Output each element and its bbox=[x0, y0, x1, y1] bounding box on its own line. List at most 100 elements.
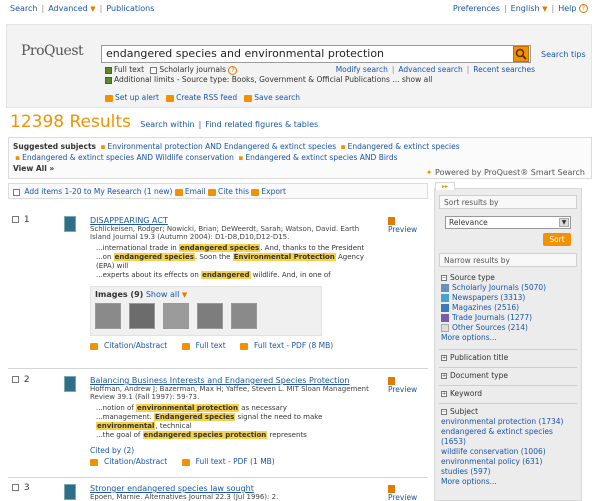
facet-title[interactable]: − Source type bbox=[441, 273, 577, 283]
result-checkbox[interactable] bbox=[12, 216, 19, 223]
result-meta: Epoen, Marnie. Alternatives Journal 22.3… bbox=[90, 493, 279, 501]
facet-item[interactable]: Other Sources (214) bbox=[441, 323, 577, 333]
chevron-down-icon[interactable]: ▼ bbox=[90, 5, 95, 13]
set-alert-link[interactable]: Set up alert bbox=[115, 93, 159, 102]
language-select[interactable]: English bbox=[511, 4, 540, 13]
nav-publications-link[interactable]: Publications bbox=[106, 4, 154, 13]
facet-title-label: Subject bbox=[450, 407, 479, 416]
chevron-down-icon[interactable]: ▼ bbox=[182, 291, 187, 299]
subject-item[interactable]: environmental policy (631) bbox=[441, 457, 577, 467]
preview-link[interactable]: Preview bbox=[388, 376, 426, 394]
rss-feed-link[interactable]: Create RSS feed bbox=[176, 93, 237, 102]
sort-select[interactable]: Relevance ▼ bbox=[445, 216, 571, 229]
more-options-link[interactable]: More options... bbox=[441, 333, 577, 343]
image-thumbnail[interactable] bbox=[95, 303, 121, 329]
search-tips-link[interactable]: Search tips bbox=[541, 50, 586, 59]
nav-advanced-link[interactable]: Advanced bbox=[48, 4, 88, 13]
cited-by-link[interactable]: Cited by (2) bbox=[90, 446, 134, 455]
collapse-icon[interactable]: − bbox=[441, 275, 447, 281]
search-links: Modify search | Advanced search | Recent sea… bbox=[336, 65, 535, 75]
results-count: 12398 Results bbox=[10, 112, 131, 132]
nav-search-link[interactable]: Search bbox=[10, 4, 37, 13]
citation-abstract-link[interactable]: Citation/Abstract bbox=[104, 457, 167, 466]
help-icon[interactable]: ? bbox=[228, 65, 238, 75]
sort-button[interactable]: Sort bbox=[543, 233, 571, 246]
additional-limits-checkbox[interactable] bbox=[105, 76, 112, 84]
proquest-logo[interactable]: ProQuest bbox=[21, 43, 84, 59]
expand-icon[interactable]: + bbox=[441, 373, 447, 379]
export-link[interactable]: Export bbox=[261, 187, 286, 196]
result-checkbox[interactable] bbox=[12, 484, 19, 491]
facet-item-count: (5070) bbox=[521, 283, 547, 292]
result-checkbox[interactable] bbox=[12, 376, 19, 383]
view-all-link[interactable]: View All » bbox=[13, 164, 54, 173]
facet-item[interactable]: Newspapers (3313) bbox=[441, 293, 577, 303]
facet-item[interactable]: Scholarly Journals (5070) bbox=[441, 283, 577, 293]
scholarly-checkbox[interactable] bbox=[150, 66, 158, 74]
subject-item[interactable]: endangered & extinct species (1653) bbox=[441, 427, 577, 447]
email-link[interactable]: Email bbox=[185, 187, 206, 196]
facet-title[interactable]: − Subject bbox=[441, 407, 577, 417]
suggested-subject-link[interactable]: Endangered & extinct species AND Birds bbox=[245, 153, 397, 162]
search-button[interactable] bbox=[513, 46, 529, 62]
preview-icon bbox=[388, 485, 395, 493]
full-text-checkbox[interactable] bbox=[105, 66, 112, 74]
result-title-link[interactable]: Stronger endangered species law sought bbox=[90, 484, 380, 493]
preview-icon bbox=[388, 217, 395, 225]
full-text-pdf-link[interactable]: Full text - PDF (1 MB) bbox=[196, 457, 275, 466]
cite-link[interactable]: Cite this bbox=[218, 187, 249, 196]
suggested-subject-link[interactable]: Environmental protection AND Endangered … bbox=[108, 142, 337, 151]
help-icon[interactable]: ? bbox=[579, 4, 588, 13]
full-text-link[interactable]: Full text bbox=[196, 341, 226, 350]
result-title-link[interactable]: Balancing Business Interests and Endange… bbox=[90, 376, 380, 385]
select-all-checkbox[interactable] bbox=[13, 188, 20, 196]
image-thumbnail[interactable] bbox=[129, 303, 155, 329]
add-to-research-link[interactable]: Add items 1-20 to My Research (1 new) bbox=[24, 187, 172, 196]
document-type-facet[interactable]: + Document type bbox=[441, 371, 577, 381]
publication-title-facet[interactable]: + Publication title bbox=[441, 353, 577, 363]
expand-icon[interactable]: + bbox=[441, 391, 447, 397]
citation-abstract-link[interactable]: Citation/Abstract bbox=[104, 341, 167, 350]
subject-item[interactable]: environmental protection (1734) bbox=[441, 417, 577, 427]
chevron-down-icon[interactable]: ▼ bbox=[542, 5, 547, 13]
result-links: Citation/Abstract Full text Full text - … bbox=[90, 341, 380, 350]
image-thumbnail[interactable] bbox=[231, 303, 257, 329]
trade-journals-icon bbox=[441, 314, 449, 322]
preview-label: Preview bbox=[388, 385, 418, 394]
export-icon bbox=[251, 188, 260, 196]
help-link[interactable]: Help bbox=[558, 4, 576, 13]
modify-search-link[interactable]: Modify search bbox=[336, 65, 388, 74]
save-search-link[interactable]: Save search bbox=[254, 93, 300, 102]
advanced-search-link[interactable]: Advanced search bbox=[398, 65, 462, 74]
preview-link[interactable]: Preview bbox=[388, 216, 426, 234]
subject-item[interactable]: wildlife conservation (1006) bbox=[441, 447, 577, 457]
suggested-subject-link[interactable]: Endangered & extinct species AND Wildlif… bbox=[22, 153, 234, 162]
full-text-pdf-link[interactable]: Full text - PDF (8 MB) bbox=[254, 341, 333, 350]
subject-item[interactable]: studies (597) bbox=[441, 467, 577, 477]
image-thumbnail[interactable] bbox=[197, 303, 223, 329]
preferences-link[interactable]: Preferences bbox=[453, 4, 500, 13]
facet-item[interactable]: Magazines (2516) bbox=[441, 303, 577, 313]
search-input[interactable]: endangered species and environmental pro… bbox=[101, 45, 531, 63]
show-all-images-link[interactable]: Show all bbox=[146, 290, 179, 299]
refine-sidebar: ▸▸ Sort results by Relevance ▼ Sort Narro… bbox=[434, 182, 582, 501]
facet-item[interactable]: Trade Journals (1277) bbox=[441, 313, 577, 323]
recent-searches-link[interactable]: Recent searches bbox=[473, 65, 535, 74]
preview-link[interactable]: Preview bbox=[388, 484, 426, 501]
additional-limits-label[interactable]: Additional limits - Source type: Books, … bbox=[114, 75, 432, 84]
suggested-subject-link[interactable]: Endangered & extinct species bbox=[348, 142, 460, 151]
snippet-text: ...on bbox=[96, 253, 114, 261]
find-related-link[interactable]: Find related figures & tables bbox=[205, 120, 318, 129]
result-index: 1 bbox=[23, 215, 30, 225]
more-options-link[interactable]: More options... bbox=[441, 477, 577, 487]
magazines-icon bbox=[441, 304, 449, 312]
search-within-link[interactable]: Search within bbox=[140, 120, 194, 129]
collapse-sidebar-icon[interactable]: ▸▸ bbox=[435, 182, 455, 190]
result-title-link[interactable]: DISAPPEARING ACT bbox=[90, 216, 380, 225]
keyword-facet[interactable]: + Keyword bbox=[441, 389, 577, 399]
expand-icon[interactable]: + bbox=[441, 355, 447, 361]
separator: | bbox=[503, 4, 507, 13]
image-thumbnail[interactable] bbox=[163, 303, 189, 329]
snippet-text: as necessary bbox=[238, 404, 287, 412]
collapse-icon[interactable]: − bbox=[441, 409, 447, 415]
